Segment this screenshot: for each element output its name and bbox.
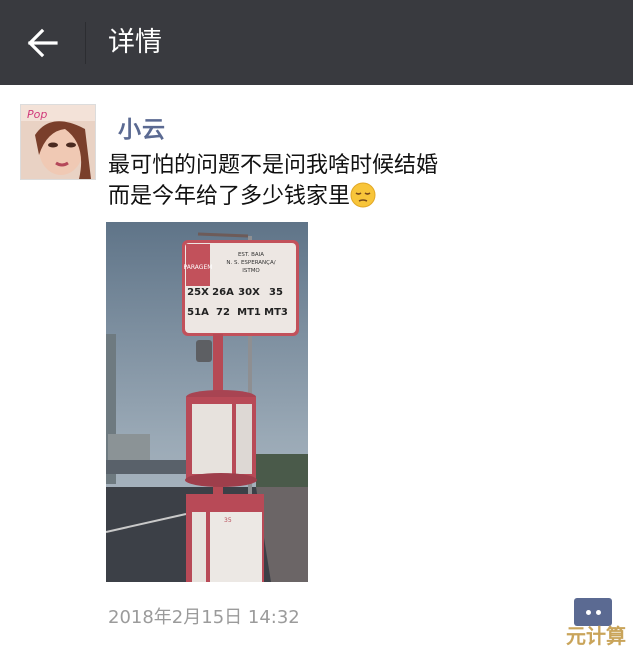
post-text-line: 最可怕的问题不是问我啥时候结婚	[108, 153, 439, 178]
sign-route-number: 25X	[187, 287, 209, 298]
post-text: 最可怕的问题不是问我啥时候结婚 而是今年给了多少钱家里	[108, 150, 608, 212]
post-text-line: 而是今年给了多少钱家里	[108, 184, 351, 209]
svg-text:Pop: Pop	[27, 108, 47, 121]
post-photo[interactable]: PARAGEM EST. BAIA N. S. ESPERANÇA/ ISTMO…	[106, 222, 308, 582]
arrow-left-icon	[27, 28, 58, 58]
panel-route-label: 35	[224, 517, 232, 524]
post-text-line-with-emoji: 而是今年给了多少钱家里	[108, 181, 608, 212]
avatar-image: Pop	[21, 105, 95, 179]
post-timestamp: 2018年2月15日 14:32	[108, 607, 300, 628]
dot-icon	[595, 609, 601, 615]
page-title: 详情	[108, 27, 162, 58]
sign-route-number: 72	[216, 307, 230, 318]
back-button[interactable]	[18, 20, 66, 66]
top-bar: 详情	[0, 0, 633, 85]
sign-route-number: 51A	[187, 307, 209, 318]
sign-route-number: MT1	[237, 307, 261, 318]
watermark: 元计算	[566, 624, 626, 648]
bus-stop-photo: PARAGEM EST. BAIA N. S. ESPERANÇA/ ISTMO…	[106, 222, 308, 582]
sign-route-number: MT3	[264, 307, 288, 318]
pensive-face-icon	[350, 182, 376, 208]
sign-route-number: 26A	[212, 287, 234, 298]
sign-header: PARAGEM	[184, 264, 213, 271]
dot-icon	[585, 609, 591, 615]
header-divider	[85, 22, 86, 64]
sign-stop-line: ISTMO	[242, 268, 260, 274]
avatar[interactable]: Pop	[20, 104, 96, 180]
sign-stop-line: EST. BAIA	[238, 252, 264, 258]
sign-route-number: 30X	[238, 287, 260, 298]
username[interactable]: 小云	[118, 110, 166, 144]
sign-stop-line: N. S. ESPERANÇA/	[226, 260, 275, 266]
sign-route-number: 35	[269, 287, 283, 298]
